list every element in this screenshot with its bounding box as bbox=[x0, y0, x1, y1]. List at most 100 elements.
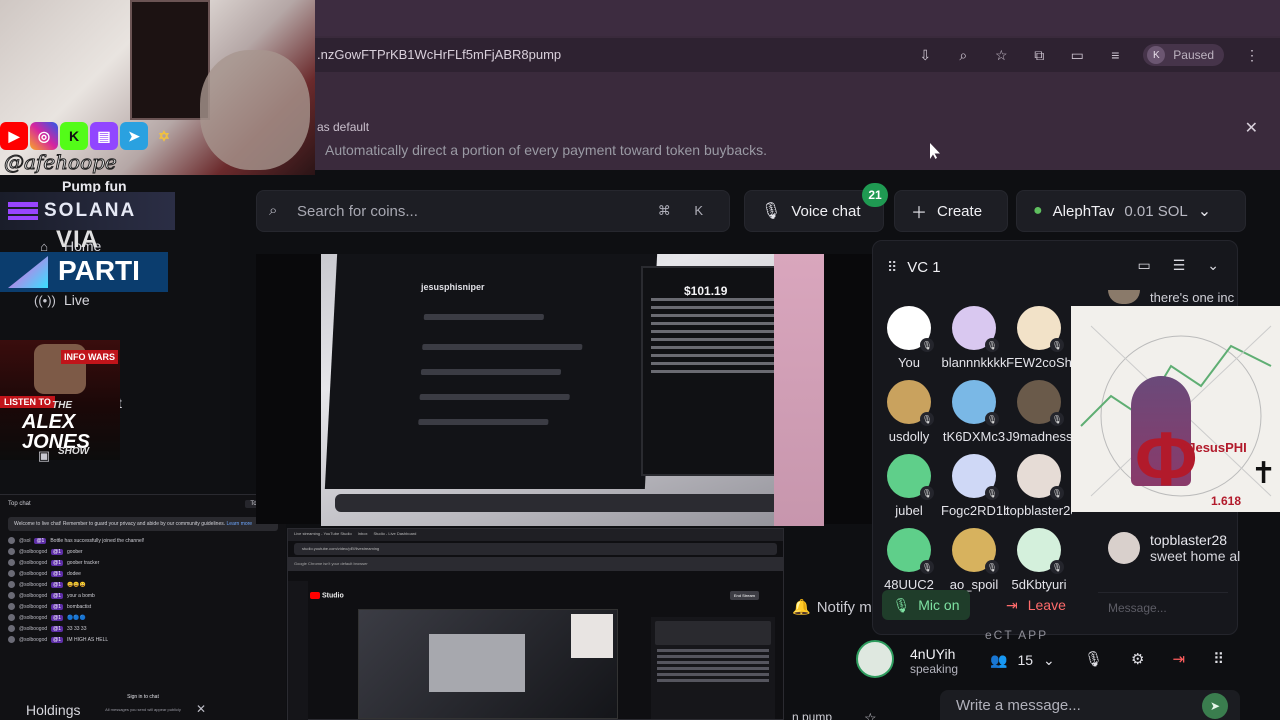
url-text[interactable]: .nzGowFTPrKB1WcHrFLf5mFjABR8pump bbox=[317, 47, 561, 62]
nested-chat-line bbox=[657, 673, 769, 676]
favorite-star-icon[interactable]: ☆ bbox=[864, 710, 877, 720]
youtube-studio-window: Live streaming - YouTube Studio Inbox St… bbox=[287, 528, 784, 720]
plus-icon: ＋ bbox=[911, 205, 928, 222]
vc-header-actions: ▭ ☰ ⌄ bbox=[1137, 257, 1219, 274]
coin-search[interactable]: ⌕ ⌘ K bbox=[256, 190, 730, 232]
chat-username[interactable]: @solboogod bbox=[19, 626, 47, 632]
terminal-line bbox=[651, 362, 791, 365]
holdings-close-icon[interactable]: ✕ bbox=[196, 702, 206, 716]
member-badge: @1 bbox=[51, 559, 64, 566]
extensions-icon[interactable]: ⧉ bbox=[1029, 45, 1049, 65]
party-popper-icon bbox=[8, 256, 48, 288]
apps-grid-icon[interactable]: ⠿ bbox=[1213, 650, 1224, 668]
buyback-banner: Automatically direct a portion of every … bbox=[325, 142, 767, 158]
media-icon[interactable]: ≡ bbox=[1105, 45, 1125, 65]
avatar bbox=[8, 636, 15, 643]
microphone-icon[interactable]: 🎙 bbox=[1084, 650, 1103, 668]
sign-in-to-chat[interactable]: Sign in to chat bbox=[0, 694, 286, 700]
chat-username[interactable]: @sol bbox=[19, 538, 30, 544]
vc-member[interactable]: 🎙 topblaster28 bbox=[1006, 454, 1072, 528]
leave-button[interactable]: ⇥ Leave bbox=[1006, 590, 1066, 620]
address-bar[interactable]: .nzGowFTPrKB1WcHrFLf5mFjABR8pump ⇩ ⌕ ☆ ⧉… bbox=[315, 38, 1280, 72]
vc-member[interactable]: 🎙 jubel bbox=[876, 454, 942, 528]
grid-icon[interactable]: ⠿ bbox=[887, 259, 897, 276]
account-menu-button[interactable]: ● AlephTav 0.01 SOL ⌄ bbox=[1016, 190, 1246, 232]
chat-username[interactable]: @solboogod bbox=[19, 571, 47, 577]
sidebar-item-chat[interactable]: ▣ bbox=[34, 448, 54, 464]
avatar bbox=[8, 592, 15, 599]
profile-button[interactable]: K Paused bbox=[1143, 44, 1224, 66]
chat-message-text: 33 33 33 bbox=[67, 625, 87, 632]
avatar: 🎙 bbox=[887, 306, 934, 352]
vc-header: ⠿ VC 1 bbox=[887, 259, 941, 276]
leave-icon[interactable]: ⇥ bbox=[1173, 650, 1186, 668]
vc-member-name: topblaster28 bbox=[1006, 503, 1072, 518]
account-username: AlephTav bbox=[1052, 202, 1115, 220]
avatar: 🎙 bbox=[887, 380, 934, 426]
message-input[interactable] bbox=[956, 696, 1176, 714]
chat-message-text: bombactist bbox=[67, 603, 92, 610]
end-stream-button: End Stream bbox=[729, 591, 759, 600]
chat-icon: ▣ bbox=[37, 448, 51, 463]
vc-member[interactable]: 🎙 You bbox=[876, 306, 942, 380]
search-input[interactable] bbox=[297, 200, 657, 222]
zoom-icon[interactable]: ⌕ bbox=[953, 45, 973, 65]
chat-message-text: 🔵🔵🔵 bbox=[67, 614, 86, 621]
avatar bbox=[8, 559, 15, 566]
infobar-close-icon[interactable]: ✕ bbox=[1245, 118, 1258, 138]
member-badge: @1 bbox=[34, 537, 47, 544]
sidebar-item-label: Live bbox=[64, 292, 90, 308]
create-button[interactable]: ＋ Create bbox=[894, 190, 1008, 232]
nested-chat-line bbox=[657, 649, 769, 652]
collapse-chevron-icon[interactable]: ⌄ bbox=[1207, 257, 1219, 274]
chat-mode-title[interactable]: Top chat bbox=[8, 501, 31, 507]
chat-username[interactable]: @solboogod bbox=[19, 604, 47, 610]
mic-on-button[interactable]: 🎙 Mic on bbox=[882, 590, 970, 620]
chat-input[interactable]: Message... bbox=[1098, 592, 1228, 620]
profile-avatar: K bbox=[1147, 46, 1166, 64]
more-menu-icon[interactable]: ⋮ bbox=[1242, 45, 1262, 65]
sidebar-item-holdings[interactable]: Holdings bbox=[26, 702, 80, 718]
layout-icon[interactable]: ☰ bbox=[1173, 257, 1186, 274]
vc-member[interactable]: 🎙 J9madness bbox=[1006, 380, 1072, 454]
muted-mic-icon: 🎙 bbox=[1050, 338, 1064, 352]
learn-more-link[interactable]: Learn more bbox=[227, 521, 253, 527]
vc-member[interactable]: 🎙 tK6DXMc3 bbox=[941, 380, 1007, 454]
vc-member[interactable]: 🎙 Fogc2RD1b bbox=[941, 454, 1007, 528]
listener-count-button[interactable]: 👥 15 ⌄ bbox=[990, 652, 1055, 669]
chat-username[interactable]: @solboogod bbox=[19, 637, 47, 643]
vc-member[interactable]: 🎙 FEW2coSh bbox=[1006, 306, 1072, 380]
settings-gear-icon[interactable]: ⚙ bbox=[1131, 650, 1144, 668]
chevron-down-icon: ⌄ bbox=[1043, 652, 1055, 668]
muted-mic-icon: 🎙 bbox=[1050, 412, 1064, 426]
poster-frame bbox=[130, 0, 210, 120]
vc-member-name: usdolly bbox=[888, 429, 930, 444]
chat-bubble-icon[interactable]: ▭ bbox=[1137, 257, 1150, 274]
muted-mic-icon: 🎙 bbox=[985, 412, 999, 426]
pepe-avatar-icon: ● bbox=[1033, 202, 1043, 219]
chat-username[interactable]: @solboogod bbox=[19, 615, 47, 621]
nested-chat-line bbox=[657, 667, 769, 670]
muted-mic-icon: 🎙 bbox=[985, 560, 999, 574]
install-icon[interactable]: ⇩ bbox=[915, 45, 935, 65]
streamer-handle: @afehoope bbox=[4, 150, 118, 175]
terminal-line bbox=[651, 314, 791, 317]
chat-username[interactable]: @solboogod bbox=[19, 549, 47, 555]
vc-member-name: Fogc2RD1b bbox=[941, 503, 1007, 518]
nested-chat-line bbox=[657, 655, 769, 658]
kick-icon: K bbox=[60, 122, 88, 150]
reading-list-icon[interactable]: ▭ bbox=[1067, 45, 1087, 65]
chat-username[interactable]: topblaster28 bbox=[1150, 532, 1240, 548]
bookmark-star-icon[interactable]: ☆ bbox=[991, 45, 1011, 65]
chat-username[interactable]: @solboogod bbox=[19, 560, 47, 566]
sidebar-item-live[interactable]: ((•)) Live bbox=[34, 292, 90, 308]
chat-username[interactable]: @solboogod bbox=[19, 593, 47, 599]
vc-title: VC 1 bbox=[907, 259, 941, 276]
chat-username[interactable]: @solboogod bbox=[19, 582, 47, 588]
vc-member[interactable]: 🎙 blannnkkkk bbox=[941, 306, 1007, 380]
vc-member[interactable]: 🎙 usdolly bbox=[876, 380, 942, 454]
listen-to-label: LISTEN TO bbox=[0, 396, 55, 408]
send-icon[interactable]: ➤ bbox=[1202, 693, 1228, 719]
notify-button[interactable]: 🔔 Notify m bbox=[792, 598, 872, 617]
terminal-line bbox=[651, 330, 791, 333]
